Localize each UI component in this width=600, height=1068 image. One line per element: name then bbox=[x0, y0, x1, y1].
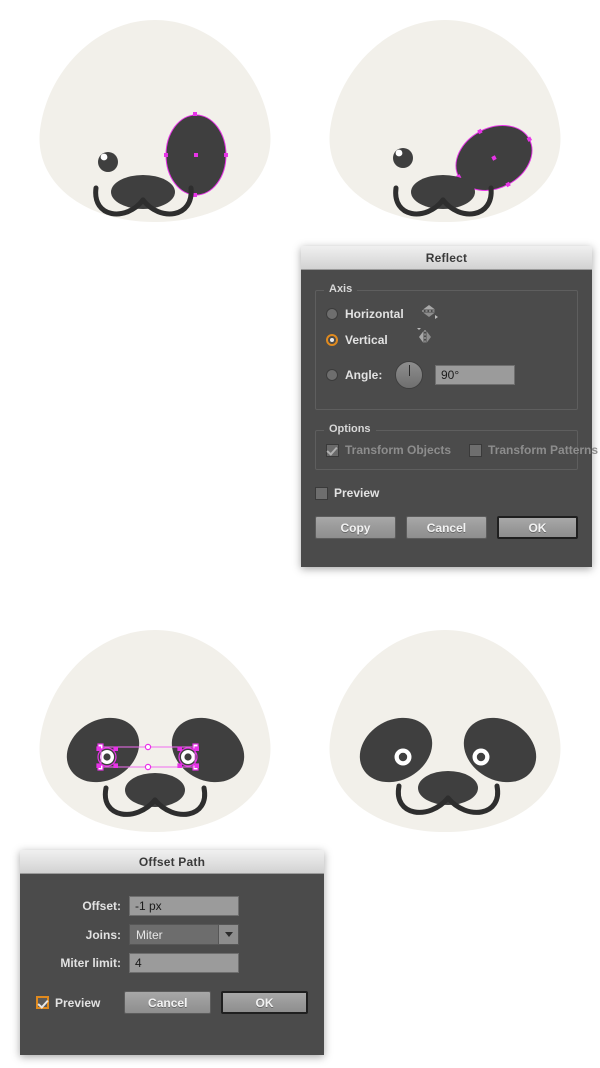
offset-path-dialog-titlebar: Offset Path bbox=[20, 850, 324, 874]
angle-label: Angle: bbox=[345, 368, 383, 382]
reflect-dialog-body: Axis Horizontal Vertical Angle: 90° Opti… bbox=[301, 270, 598, 553]
radio-angle[interactable] bbox=[326, 369, 338, 381]
panda-illustration-top-right bbox=[308, 10, 583, 235]
offset-input[interactable]: -1 px bbox=[129, 896, 239, 916]
offset-path-dialog-body: Offset: -1 px Joins: Miter Miter limit: … bbox=[20, 874, 324, 1034]
axis-group-legend: Axis bbox=[324, 283, 358, 295]
axis-group: Axis Horizontal Vertical Angle: 90° bbox=[315, 283, 578, 410]
checkbox-preview[interactable] bbox=[36, 996, 49, 1009]
joins-select[interactable]: Miter bbox=[129, 924, 239, 945]
options-checkbox-row: Transform Objects Transform Patterns bbox=[326, 443, 598, 457]
panda-eye-left bbox=[393, 148, 413, 168]
checkbox-preview[interactable] bbox=[315, 486, 328, 500]
miter-limit-field-row: Miter limit: 4 bbox=[36, 953, 308, 973]
angle-input[interactable]: 90° bbox=[435, 365, 515, 385]
options-group: Options Transform Objects Transform Patt… bbox=[315, 423, 598, 470]
panda-illustration-bottom-right bbox=[308, 620, 583, 845]
panda-svg-top-left bbox=[39, 20, 271, 222]
panda-eye-left-highlight bbox=[100, 153, 108, 161]
offset-path-dialog-title: Offset Path bbox=[138, 854, 206, 869]
panda-eye-left-pupil bbox=[103, 753, 111, 761]
offset-label: Offset: bbox=[82, 899, 121, 913]
checkbox-transform-patterns-label: Transform Patterns bbox=[488, 443, 599, 457]
reflect-dialog: Reflect Axis Horizontal Vertical Angle: … bbox=[301, 246, 598, 567]
offset-path-footer-row: Preview Cancel OK bbox=[36, 991, 308, 1014]
reflect-dialog-titlebar: Reflect bbox=[301, 246, 592, 270]
reflect-horizontal-icon bbox=[420, 302, 438, 325]
checkbox-transform-objects-label: Transform Objects bbox=[345, 443, 452, 457]
panda-eye-left-pupil bbox=[398, 752, 408, 762]
panda-svg-bottom-right bbox=[329, 630, 561, 832]
copy-button[interactable]: Copy bbox=[315, 516, 396, 539]
axis-option-angle[interactable]: Angle: 90° bbox=[326, 361, 567, 389]
screenshot-canvas: Reflect Axis Horizontal Vertical Angle: … bbox=[0, 0, 600, 1068]
cancel-button[interactable]: Cancel bbox=[405, 516, 487, 539]
panda-eye-right-pupil bbox=[476, 752, 486, 762]
offset-field-row: Offset: -1 px bbox=[36, 896, 308, 916]
ok-button[interactable]: OK bbox=[496, 516, 578, 539]
miter-limit-label: Miter limit: bbox=[60, 956, 121, 970]
options-group-legend: Options bbox=[324, 423, 376, 435]
checkbox-transform-patterns[interactable] bbox=[469, 443, 483, 457]
joins-label: Joins: bbox=[85, 927, 121, 942]
reflect-dialog-title: Reflect bbox=[425, 250, 468, 265]
panda-svg-bottom-left bbox=[39, 630, 271, 832]
miter-limit-input[interactable]: 4 bbox=[129, 953, 239, 973]
ok-button[interactable]: OK bbox=[221, 991, 308, 1014]
angle-dial-icon[interactable] bbox=[395, 361, 423, 389]
joins-select-value: Miter bbox=[136, 927, 163, 942]
radio-horizontal-label: Horizontal bbox=[345, 306, 404, 321]
panda-illustration-bottom-left bbox=[18, 620, 293, 845]
panda-eye-left bbox=[98, 152, 118, 172]
reflect-vertical-icon bbox=[416, 328, 434, 351]
axis-option-vertical[interactable]: Vertical bbox=[326, 328, 567, 351]
reflect-preview-row[interactable]: Preview bbox=[315, 486, 578, 500]
panda-illustration-top-left bbox=[18, 10, 293, 235]
checkbox-preview-label: Preview bbox=[55, 995, 101, 1010]
chevron-down-icon[interactable] bbox=[218, 925, 238, 944]
offset-path-dialog: Offset Path Offset: -1 px Joins: Miter M… bbox=[20, 850, 324, 1055]
joins-field-row: Joins: Miter bbox=[36, 924, 308, 945]
checkbox-preview-label: Preview bbox=[334, 486, 380, 500]
panda-svg-top-right bbox=[329, 20, 561, 222]
radio-vertical-label: Vertical bbox=[345, 332, 388, 347]
checkbox-transform-objects[interactable] bbox=[326, 443, 339, 457]
radio-vertical[interactable] bbox=[326, 333, 338, 346]
radio-horizontal[interactable] bbox=[326, 307, 338, 320]
axis-option-horizontal[interactable]: Horizontal bbox=[326, 302, 567, 325]
panda-eye-right-pupil bbox=[184, 753, 192, 761]
cancel-button[interactable]: Cancel bbox=[124, 991, 212, 1014]
reflect-button-row: Copy Cancel OK bbox=[315, 516, 578, 539]
panda-eye-left-highlight bbox=[395, 149, 403, 157]
